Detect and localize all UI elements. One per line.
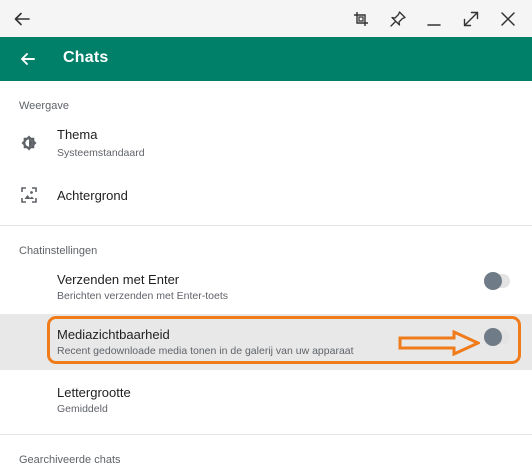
back-arrow-icon [14, 12, 30, 26]
enter-send-subtitle: Berichten verzenden met Enter-toets [57, 290, 229, 302]
pin-icon [390, 11, 406, 27]
section-header-chat-settings: Chatinstellingen [19, 245, 98, 257]
section-divider [0, 434, 532, 435]
close-button[interactable] [495, 6, 521, 32]
section-divider [0, 225, 532, 226]
screenshot-icon [354, 12, 368, 26]
appbar-back-button[interactable] [16, 48, 40, 70]
media-visibility-toggle[interactable] [484, 328, 510, 346]
toggle-knob [484, 328, 502, 346]
screenshot-button[interactable] [348, 6, 374, 32]
theme-title: Thema [57, 127, 98, 142]
window-back-button[interactable] [9, 6, 35, 32]
settings-row-font-size[interactable]: Lettergrootte Gemiddeld [0, 374, 532, 424]
expand-button[interactable] [458, 6, 484, 32]
window-title-bar [0, 0, 532, 37]
media-visibility-subtitle: Recent gedownloade media tonen in de gal… [57, 345, 354, 357]
theme-subtitle: Systeemstandaard [57, 147, 145, 159]
back-arrow-icon [21, 53, 35, 65]
enter-send-title: Verzenden met Enter [57, 272, 180, 287]
settings-row-enter-send[interactable]: Verzenden met Enter Berichten verzenden … [0, 262, 532, 312]
enter-send-toggle[interactable] [484, 272, 510, 290]
settings-row-wallpaper[interactable]: Achtergrond [0, 172, 532, 218]
section-header-display: Weergave [19, 100, 69, 112]
minimize-icon [427, 24, 441, 26]
brightness-icon [21, 135, 37, 151]
expand-icon [463, 11, 479, 27]
wallpaper-icon [21, 187, 37, 203]
settings-window: Chats Weergave Thema Systeemstandaard Ac… [0, 0, 532, 468]
section-header-archived: Gearchiveerde chats [19, 454, 121, 466]
media-visibility-title: Mediazichtbaarheid [57, 327, 170, 342]
settings-row-media-visibility[interactable]: Mediazichtbaarheid Recent gedownloade me… [0, 314, 532, 370]
minimize-button[interactable] [421, 6, 447, 32]
close-icon [501, 12, 515, 26]
pin-button[interactable] [385, 6, 411, 32]
settings-row-theme[interactable]: Thema Systeemstandaard [0, 118, 532, 170]
toggle-knob [484, 272, 502, 290]
font-size-subtitle: Gemiddeld [57, 403, 108, 415]
page-title: Chats [63, 49, 109, 66]
font-size-title: Lettergrootte [57, 385, 131, 400]
wallpaper-title: Achtergrond [57, 188, 128, 203]
app-bar: Chats [0, 37, 532, 81]
